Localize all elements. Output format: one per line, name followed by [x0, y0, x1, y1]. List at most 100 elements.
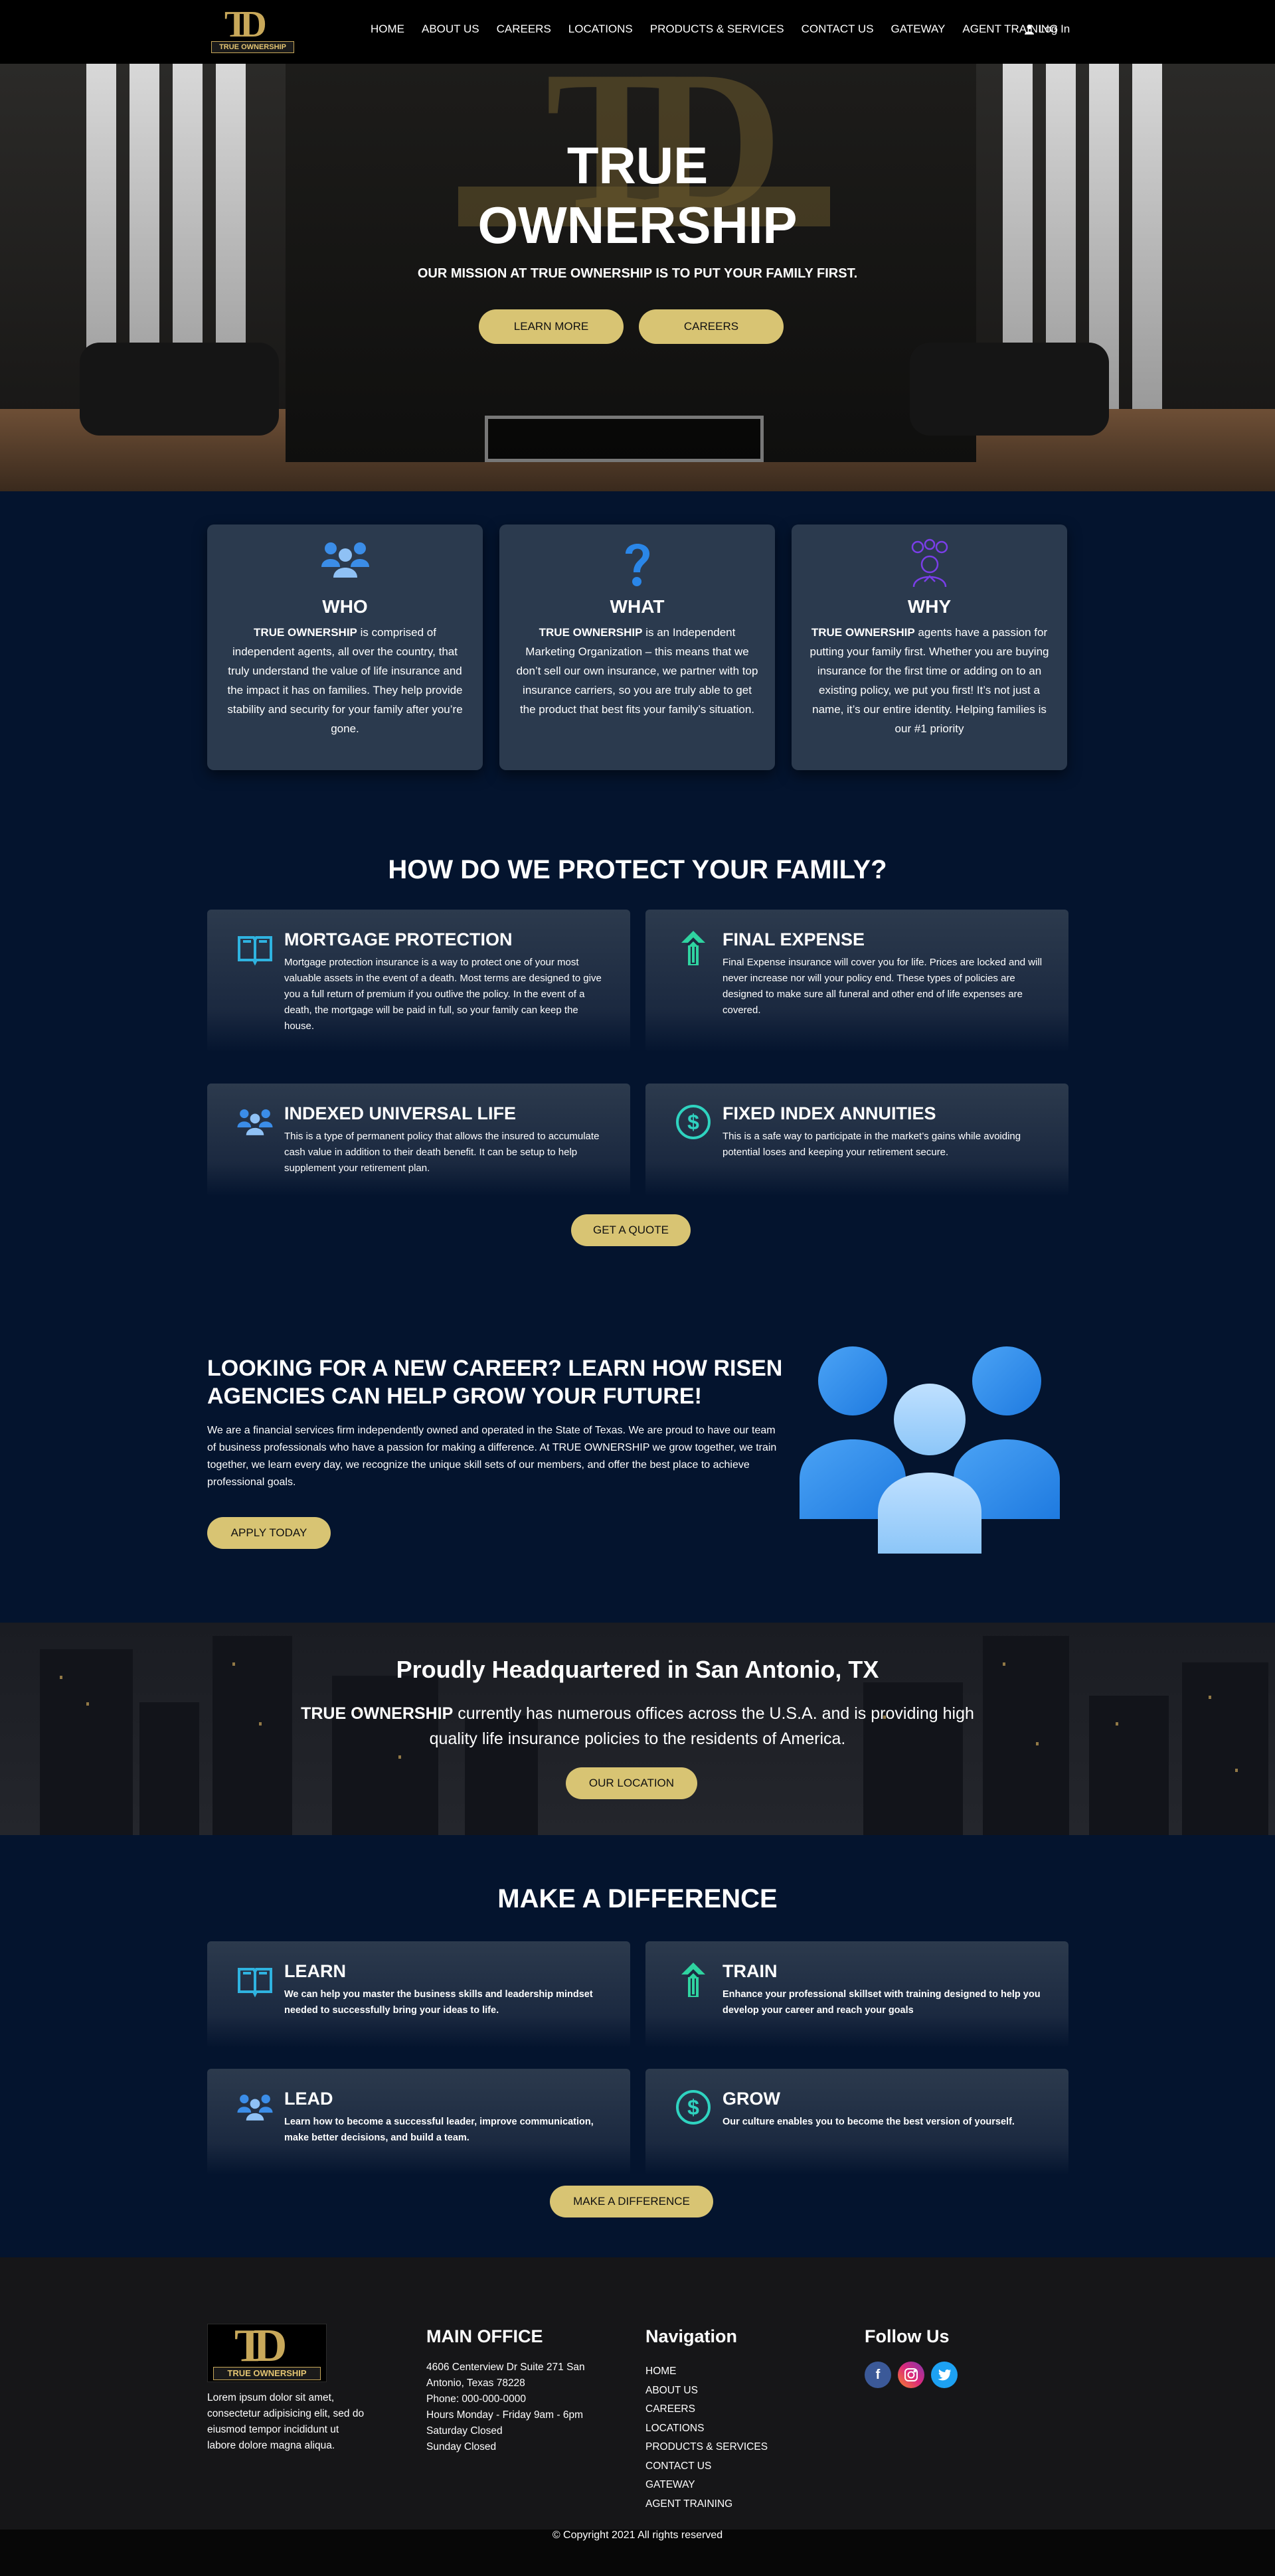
logo-text: TRUE OWNERSHIP: [211, 41, 294, 53]
hq-title: Proudly Headquartered in San Antonio, TX: [396, 1656, 879, 1683]
who-lead: TRUE OWNERSHIP: [254, 626, 357, 639]
service-title: FINAL EXPENSE: [722, 929, 865, 949]
service-card-final-expense: FINAL EXPENSE Final Expense insurance wi…: [645, 910, 1068, 1052]
hero-title-line1: TRUE: [566, 136, 709, 195]
footer-nav-careers[interactable]: CAREERS: [645, 2400, 768, 2419]
footer-logo-text: TRUE OWNERSHIP: [213, 2367, 321, 2380]
service-title: FIXED INDEX ANNUITIES: [722, 1103, 936, 1123]
why-text: TRUE OWNERSHIP agents have a passion for…: [806, 623, 1053, 738]
difference-card-train: TRAIN Enhance your professional skillset…: [645, 1941, 1068, 2048]
user-icon: [1025, 25, 1034, 35]
book-icon: [238, 936, 272, 966]
login-label: Log In: [1039, 23, 1070, 35]
team-illustration-icon: [800, 1346, 1060, 1554]
nav-gateway[interactable]: GATEWAY: [891, 23, 946, 36]
footer-nav-list: HOME ABOUT US CAREERS LOCATIONS PRODUCTS…: [645, 2362, 768, 2514]
difference-card-title: GROW: [722, 2089, 780, 2109]
office-address-line2: Antonio, Texas 78228: [426, 2377, 525, 2389]
nav-contact-us[interactable]: CONTACT US: [802, 23, 874, 36]
footer-logo[interactable]: TD TRUE OWNERSHIP: [207, 2323, 327, 2382]
svg-text:$: $: [687, 1110, 699, 1134]
make-difference-button[interactable]: MAKE A DIFFERENCE: [550, 2186, 713, 2217]
what-lead: TRUE OWNERSHIP: [539, 626, 643, 639]
facebook-icon[interactable]: f: [865, 2362, 891, 2388]
difference-card-title: TRAIN: [722, 1961, 778, 1981]
instagram-icon[interactable]: [898, 2362, 924, 2388]
our-location-button[interactable]: OUR LOCATION: [566, 1767, 697, 1799]
career-title: LOOKING FOR A NEW CAREER? LEARN HOW RISE…: [207, 1356, 783, 1409]
service-text: Final Expense insurance will cover you f…: [722, 957, 1043, 1016]
why-title: WHY: [907, 596, 952, 617]
nav-locations[interactable]: LOCATIONS: [568, 23, 633, 36]
careers-button[interactable]: CAREERS: [639, 309, 784, 344]
footer-nav-products-services[interactable]: PRODUCTS & SERVICES: [645, 2438, 768, 2457]
footer-nav-title: Navigation: [645, 2326, 738, 2346]
login-link[interactable]: Log In: [1024, 23, 1070, 36]
why-body: agents have a passion for putting your f…: [809, 626, 1049, 735]
footer-follow-title: Follow Us: [865, 2326, 950, 2346]
footer-nav-contact-us[interactable]: CONTACT US: [645, 2457, 768, 2476]
what-body: is an Independent Marketing Organization…: [516, 626, 758, 716]
hero-subtitle: OUR MISSION AT TRUE OWNERSHIP IS TO PUT …: [417, 266, 858, 281]
apply-today-button[interactable]: APPLY TODAY: [207, 1517, 331, 1549]
footer-nav-locations[interactable]: LOCATIONS: [645, 2419, 768, 2439]
footer-about-text: Lorem ipsum dolor sit amet, consectetur …: [207, 2392, 365, 2451]
twitter-icon[interactable]: [931, 2362, 958, 2388]
service-card-mortgage: MORTGAGE PROTECTION Mortgage protection …: [207, 910, 630, 1052]
service-text: Mortgage protection insurance is a way t…: [284, 957, 602, 1032]
footer-nav-gateway[interactable]: GATEWAY: [645, 2476, 768, 2495]
users-icon: [237, 2094, 273, 2121]
arrow-up-icon: [681, 1963, 705, 1997]
footer-nav-home[interactable]: HOME: [645, 2362, 768, 2381]
users-icon: [237, 1109, 273, 1135]
difference-card-grow: $ GROW Our culture enables you to become…: [645, 2069, 1068, 2175]
thinking-person-icon: [911, 538, 948, 588]
service-title: INDEXED UNIVERSAL LIFE: [284, 1103, 517, 1123]
headquarters-banner: Proudly Headquartered in San Antonio, TX…: [0, 1623, 1275, 1835]
footer: TD TRUE OWNERSHIP Lorem ipsum dolor sit …: [0, 2257, 1275, 2530]
hero-title-line2: OWNERSHIP: [477, 196, 798, 254]
footer-nav-about-us[interactable]: ABOUT US: [645, 2381, 768, 2401]
logo[interactable]: TD TRUE OWNERSHIP: [211, 4, 294, 54]
hero-section: TD TRUE OWNERSHIP OUR MISSION AT TRUE OW…: [0, 64, 1275, 491]
nav-about-us[interactable]: ABOUT US: [422, 23, 479, 36]
service-card-annuities: $ FIXED INDEX ANNUITIES This is a safe w…: [645, 1084, 1068, 1196]
book-icon: [238, 1968, 272, 1998]
office-address-line1: 4606 Centerview Dr Suite 271 San: [426, 2362, 585, 2373]
office-phone: Phone: 000-000-0000: [426, 2393, 526, 2405]
svg-text:$: $: [687, 2095, 699, 2119]
coffee-table-decor: [485, 416, 764, 462]
logo-mark: TD: [224, 4, 267, 45]
get-quote-button[interactable]: GET A QUOTE: [571, 1214, 691, 1246]
career-text: We are a financial services firm indepen…: [207, 1425, 777, 1488]
learn-more-button[interactable]: LEARN MORE: [479, 309, 624, 344]
nav-home[interactable]: HOME: [371, 23, 404, 36]
difference-card-text: We can help you master the business skil…: [284, 1989, 593, 2016]
difference-card-learn: LEARN We can help you master the busines…: [207, 1941, 630, 2048]
nav-products-services[interactable]: PRODUCTS & SERVICES: [650, 23, 784, 36]
footer-nav-agent-training[interactable]: AGENT TRAINING: [645, 2495, 768, 2514]
difference-card-title: LEAD: [284, 2089, 333, 2109]
sofa-decor: [80, 343, 279, 436]
nav-careers[interactable]: CAREERS: [497, 23, 551, 36]
difference-card-text: Learn how to become a successful leader,…: [284, 2117, 594, 2143]
office-hours-weekday: Hours Monday - Friday 9am - 6pm: [426, 2409, 584, 2421]
hq-lead: TRUE OWNERSHIP: [301, 1704, 454, 1723]
difference-title: MAKE A DIFFERENCE: [497, 1884, 778, 1913]
service-title: MORTGAGE PROTECTION: [284, 929, 513, 949]
dollar-icon: $: [676, 2090, 711, 2125]
hero-title: TRUE OWNERSHIP: [0, 135, 1275, 255]
office-hours-saturday: Saturday Closed: [426, 2425, 503, 2437]
who-title: WHO: [322, 596, 368, 617]
difference-card-text: Our culture enables you to become the be…: [722, 2117, 1015, 2127]
who-text: TRUE OWNERSHIP is comprised of independe…: [222, 623, 468, 738]
who-card: WHO TRUE OWNERSHIP is comprised of indep…: [207, 524, 483, 770]
hq-text: TRUE OWNERSHIP currently has numerous of…: [279, 1701, 996, 1751]
copyright: © Copyright 2021 All rights reserved: [0, 2530, 1275, 2576]
who-body: is comprised of independent agents, all …: [227, 626, 463, 735]
hq-body: currently has numerous offices across th…: [429, 1704, 974, 1748]
what-text: TRUE OWNERSHIP is an Independent Marketi…: [514, 623, 760, 719]
users-icon: [321, 542, 369, 578]
why-card: WHY TRUE OWNERSHIP agents have a passion…: [792, 524, 1067, 770]
footer-office-info: 4606 Centerview Dr Suite 271 San Antonio…: [426, 2360, 585, 2455]
